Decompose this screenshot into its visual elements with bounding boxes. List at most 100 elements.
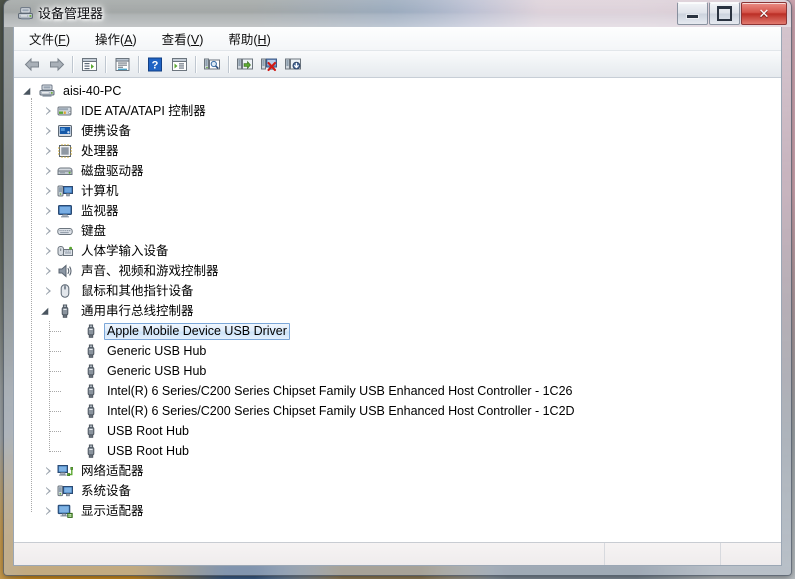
monitor-icon xyxy=(57,203,73,219)
keyboard-icon xyxy=(57,223,73,239)
disk-drive-icon xyxy=(57,163,73,179)
question-mark-icon: ? xyxy=(147,57,163,72)
expand-triangle-icon[interactable] xyxy=(44,186,55,197)
tree-item-8[interactable]: 声音、视频和游戏控制器 xyxy=(14,261,781,281)
toolbar: ? xyxy=(14,51,781,78)
hid-icon xyxy=(57,243,73,259)
tree-child-10-5[interactable]: USB Root Hub xyxy=(14,421,781,441)
tree-item-label: USB Root Hub xyxy=(104,423,192,440)
maximize-button[interactable] xyxy=(709,2,740,25)
tree-item-label: Intel(R) 6 Series/C200 Series Chipset Fa… xyxy=(104,383,575,400)
tree-item-label: IDE ATA/ATAPI 控制器 xyxy=(78,103,209,120)
tree-item-label: USB Root Hub xyxy=(104,443,192,460)
tree-item-5[interactable]: 监视器 xyxy=(14,201,781,221)
tree-item-11[interactable]: 网络适配器 xyxy=(14,461,781,481)
expand-triangle-icon[interactable] xyxy=(44,166,55,177)
tree-item-12[interactable]: 系统设备 xyxy=(14,481,781,501)
tree-item-3[interactable]: 磁盘驱动器 xyxy=(14,161,781,181)
device-disable-icon xyxy=(260,57,278,72)
tree-item-label: Generic USB Hub xyxy=(104,343,209,360)
scan-devices-button[interactable] xyxy=(200,53,224,75)
tree-item-label: 通用串行总线控制器 xyxy=(78,303,197,320)
back-button[interactable] xyxy=(20,53,44,75)
tree-item-root[interactable]: aisi-40-PC xyxy=(14,81,781,101)
status-pane-2 xyxy=(605,543,721,565)
sound-icon xyxy=(57,263,73,279)
tree-item-0[interactable]: IDE ATA/ATAPI 控制器 xyxy=(14,101,781,121)
expand-triangle-icon[interactable] xyxy=(44,226,55,237)
tree-item-label: 磁盘驱动器 xyxy=(78,163,147,180)
tree-item-10[interactable]: 通用串行总线控制器 xyxy=(14,301,781,321)
tree-item-9[interactable]: 鼠标和其他指针设备 xyxy=(14,281,781,301)
window-title: 设备管理器 xyxy=(38,4,103,23)
expand-triangle-icon[interactable] xyxy=(44,146,55,157)
tree-item-13[interactable]: 显示适配器 xyxy=(14,501,781,521)
tree-item-label: 处理器 xyxy=(78,143,122,160)
close-icon: ✕ xyxy=(759,7,770,20)
expand-triangle-icon[interactable] xyxy=(44,206,55,217)
tree-child-10-6[interactable]: USB Root Hub xyxy=(14,441,781,461)
tree-child-10-4[interactable]: Intel(R) 6 Series/C200 Series Chipset Fa… xyxy=(14,401,781,421)
menu-action[interactable]: 操作(A) xyxy=(89,26,148,51)
collapse-triangle-icon[interactable] xyxy=(26,86,37,97)
expand-triangle-icon[interactable] xyxy=(44,486,55,497)
uninstall-device-button[interactable] xyxy=(281,53,305,75)
network-adapter-icon xyxy=(57,463,73,479)
status-pane-main xyxy=(14,543,605,565)
usb-device-icon xyxy=(83,323,99,339)
close-button[interactable]: ✕ xyxy=(741,2,787,25)
usb-icon xyxy=(57,303,73,319)
properties-button[interactable] xyxy=(110,53,134,75)
show-hide-console-tree[interactable] xyxy=(77,53,101,75)
menu-view[interactable]: 查看(V) xyxy=(156,26,215,51)
tree-item-2[interactable]: 处理器 xyxy=(14,141,781,161)
toolbar-separator xyxy=(195,56,196,73)
help-button[interactable]: ? xyxy=(143,53,167,75)
collapse-triangle-icon[interactable] xyxy=(44,306,55,317)
tree-item-4[interactable]: 计算机 xyxy=(14,181,781,201)
back-arrow-icon xyxy=(24,57,41,72)
computer-node-icon xyxy=(57,183,73,199)
tree-child-10-1[interactable]: Generic USB Hub xyxy=(14,341,781,361)
list-window-icon xyxy=(171,57,188,72)
device-search-icon xyxy=(203,57,221,72)
tree-item-label: 计算机 xyxy=(78,183,122,200)
tree-item-6[interactable]: 键盘 xyxy=(14,221,781,241)
tree-item-label: 监视器 xyxy=(78,203,122,220)
title-bar[interactable]: 设备管理器 ✕ xyxy=(4,0,791,27)
usb-device-icon xyxy=(83,383,99,399)
expand-triangle-icon[interactable] xyxy=(44,466,55,477)
processor-icon xyxy=(57,143,73,159)
tree-item-label: Intel(R) 6 Series/C200 Series Chipset Fa… xyxy=(104,403,578,420)
usb-device-icon xyxy=(83,403,99,419)
expand-triangle-icon[interactable] xyxy=(44,246,55,257)
menu-file[interactable]: 文件(F) xyxy=(23,26,81,51)
tree-child-10-0[interactable]: Apple Mobile Device USB Driver xyxy=(14,321,781,341)
tree-item-label: 人体学输入设备 xyxy=(78,243,172,260)
tree-child-10-3[interactable]: Intel(R) 6 Series/C200 Series Chipset Fa… xyxy=(14,381,781,401)
minimize-icon xyxy=(687,15,698,18)
device-update-icon xyxy=(236,57,254,72)
update-driver-button[interactable] xyxy=(233,53,257,75)
tree-item-1[interactable]: 便携设备 xyxy=(14,121,781,141)
menu-bar: 文件(F) 操作(A) 查看(V) 帮助(H) xyxy=(14,27,781,51)
device-tree[interactable]: aisi-40-PC IDE ATA/ATAPI 控制器便携设备处理器磁盘驱动器计… xyxy=(14,78,781,542)
tree-item-label: 鼠标和其他指针设备 xyxy=(78,283,197,300)
expand-triangle-icon[interactable] xyxy=(44,266,55,277)
disable-device-button[interactable] xyxy=(257,53,281,75)
expand-triangle-icon[interactable] xyxy=(44,506,55,517)
show-list-button[interactable] xyxy=(167,53,191,75)
portable-device-icon xyxy=(57,123,73,139)
expand-triangle-icon[interactable] xyxy=(44,286,55,297)
tree-item-label: 系统设备 xyxy=(78,483,134,500)
tree-child-10-2[interactable]: Generic USB Hub xyxy=(14,361,781,381)
expand-triangle-icon[interactable] xyxy=(44,106,55,117)
expand-triangle-icon[interactable] xyxy=(44,126,55,137)
minimize-button[interactable] xyxy=(677,2,708,25)
forward-button[interactable] xyxy=(44,53,68,75)
menu-help[interactable]: 帮助(H) xyxy=(222,26,281,51)
system-device-icon xyxy=(57,483,73,499)
tree-item-7[interactable]: 人体学输入设备 xyxy=(14,241,781,261)
device-manager-window: 设备管理器 ✕ 文件(F) 操作(A) 查看(V) 帮助(H) xyxy=(4,0,791,575)
usb-device-icon xyxy=(83,343,99,359)
